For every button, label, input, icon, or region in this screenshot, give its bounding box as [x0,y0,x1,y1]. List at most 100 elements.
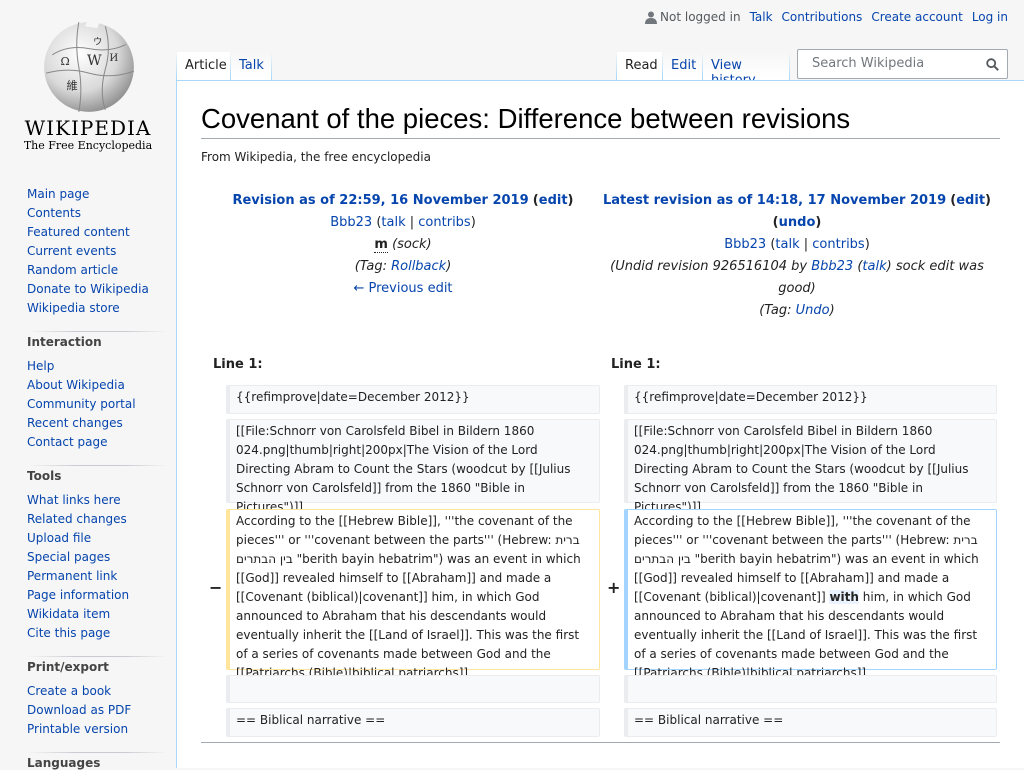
diff-context-old: == Biblical narrative == [226,708,600,737]
summary-talk-link[interactable]: talk [862,259,886,274]
sidebar-divider [27,752,167,753]
logo-tagline: The Free Encyclopedia [23,139,153,152]
sidebar-item-special-pages[interactable]: Special pages [27,550,110,564]
sidebar-item-wikidata-item[interactable]: Wikidata item [27,607,110,621]
create-account-link[interactable]: Create account [871,10,963,24]
sidebar-item-random-article[interactable]: Random article [27,263,118,277]
svg-text:И: И [109,53,118,64]
new-user-contribs-link[interactable]: contribs [812,237,864,252]
diff-plus-marker: + [607,578,621,597]
diff-context-new: [[File:Schnorr von Carolsfeld Bibel in B… [624,419,997,514]
old-user-contribs-link[interactable]: contribs [418,215,470,230]
tools-heading: Tools [27,469,62,483]
sidebar-item-what-links-here[interactable]: What links here [27,493,121,507]
diff-context-new: {{refimprove|date=December 2012}} [624,385,997,414]
tab-article[interactable]: Article [177,52,230,80]
sidebar-interaction: Interaction Help About Wikipedia Communi… [27,335,167,453]
sidebar-item-donate[interactable]: Donate to Wikipedia [27,282,149,296]
print-export-heading: Print/export [27,660,109,674]
diff-header-old: Revision as of 22:59, 16 November 2019 (… [232,193,574,296]
wikipedia-logo[interactable]: W Ω И 維 ウ Wikipedia The Free Encyclopedi… [0,0,176,160]
content-area: Covenant of the pieces: Difference betwe… [176,80,1024,768]
site-subtitle: From Wikipedia, the free encyclopedia [201,150,431,164]
diff-context-new: == Biblical narrative == [624,708,997,737]
diff-deleted-line: According to the [[Hebrew Bible]], '''th… [226,509,600,680]
old-tag-link[interactable]: Rollback [391,259,446,274]
summary-user-link[interactable]: Bbb23 [811,259,853,274]
page-title: Covenant of the pieces: Difference betwe… [201,103,1000,139]
tab-view-history[interactable]: View history [703,52,789,88]
sidebar-divider [27,331,167,332]
old-edit-link[interactable]: edit [539,193,568,208]
sidebar-item-cite-this-page[interactable]: Cite this page [27,626,110,640]
minor-edit-flag: m [374,237,388,253]
old-edit-summary: (sock) [392,237,432,252]
new-tag-suffix: ) [829,303,835,318]
tab-talk-label: Talk [239,58,264,73]
sidebar-item-community-portal[interactable]: Community portal [27,397,136,411]
diff-context-empty-new [624,675,997,703]
diff-minus-marker: − [209,578,223,597]
sidebar-item-about[interactable]: About Wikipedia [27,378,125,392]
personal-talk-link[interactable]: Talk [750,10,773,24]
sidebar-tools: Tools What links here Related changes Up… [27,469,167,644]
sidebar-item-main-page[interactable]: Main page [27,187,89,201]
old-user-talk-link[interactable]: talk [381,215,405,230]
sidebar-item-current-events[interactable]: Current events [27,244,116,258]
new-user-talk-link[interactable]: talk [775,237,799,252]
log-in-link[interactable]: Log in [972,10,1008,24]
diff-line-number-old: Line 1: [213,357,263,372]
new-tag-link[interactable]: Undo [796,303,830,318]
new-revision-link[interactable]: Latest revision as of 14:18, 17 November… [603,193,946,208]
old-revision-link[interactable]: Revision as of 22:59, 16 November 2019 [232,193,528,208]
tab-edit[interactable]: Edit [663,52,702,80]
tab-separator [789,52,790,80]
search-box [797,49,1008,79]
tab-edit-label: Edit [671,58,697,73]
tab-article-label: Article [185,58,227,73]
tab-read[interactable]: Read [617,52,662,80]
tab-talk[interactable]: Talk [231,52,271,80]
new-user-link[interactable]: Bbb23 [724,237,766,252]
sidebar-item-create-book[interactable]: Create a book [27,684,111,698]
sidebar-item-help[interactable]: Help [27,359,54,373]
puzzle-globe-icon: W Ω И 維 ウ [44,18,135,113]
undo-link[interactable]: undo [779,215,816,230]
search-icon[interactable] [986,58,999,71]
sidebar-item-featured-content[interactable]: Featured content [27,225,130,239]
interaction-heading: Interaction [27,335,102,349]
tab-separator [271,52,272,80]
diff-context-old: [[File:Schnorr von Carolsfeld Bibel in B… [226,419,600,514]
sidebar-item-permanent-link[interactable]: Permanent link [27,569,117,583]
svg-text:Ω: Ω [60,55,69,68]
sidebar-item-page-information[interactable]: Page information [27,588,129,602]
old-user-link[interactable]: Bbb23 [330,215,372,230]
sidebar-item-store[interactable]: Wikipedia store [27,301,120,315]
old-tag-suffix: ) [446,259,452,274]
new-edit-link[interactable]: edit [956,193,985,208]
tab-read-label: Read [625,58,658,73]
diff-bottom-rule [201,742,1000,743]
sidebar-print-export: Print/export Create a book Download as P… [27,660,167,740]
sidebar-item-printable-version[interactable]: Printable version [27,722,128,736]
new-summary-part1: (Undid revision 926516104 by [610,259,808,274]
contributions-link[interactable]: Contributions [782,10,863,24]
diff-context-old: {{refimprove|date=December 2012}} [226,385,600,414]
diff-context-empty-old [226,675,600,703]
svg-text:W: W [87,53,102,69]
sidebar-item-contents[interactable]: Contents [27,206,81,220]
sidebar-item-related-changes[interactable]: Related changes [27,512,127,526]
search-input[interactable] [812,56,982,71]
old-tag-prefix: (Tag: [354,259,387,274]
logo-wordmark: Wikipedia [24,116,152,140]
user-icon [645,11,658,24]
sidebar-item-contact-page[interactable]: Contact page [27,435,107,449]
sidebar-item-download-pdf[interactable]: Download as PDF [27,703,131,717]
not-logged-in-text: Not logged in [660,10,741,24]
diff-header-new: Latest revision as of 14:18, 17 November… [603,193,991,318]
not-logged-in: Not logged in [645,10,741,24]
sidebar-divider [27,465,167,466]
previous-edit-link[interactable]: ← Previous edit [353,281,452,296]
sidebar-item-upload-file[interactable]: Upload file [27,531,91,545]
sidebar-item-recent-changes[interactable]: Recent changes [27,416,123,430]
